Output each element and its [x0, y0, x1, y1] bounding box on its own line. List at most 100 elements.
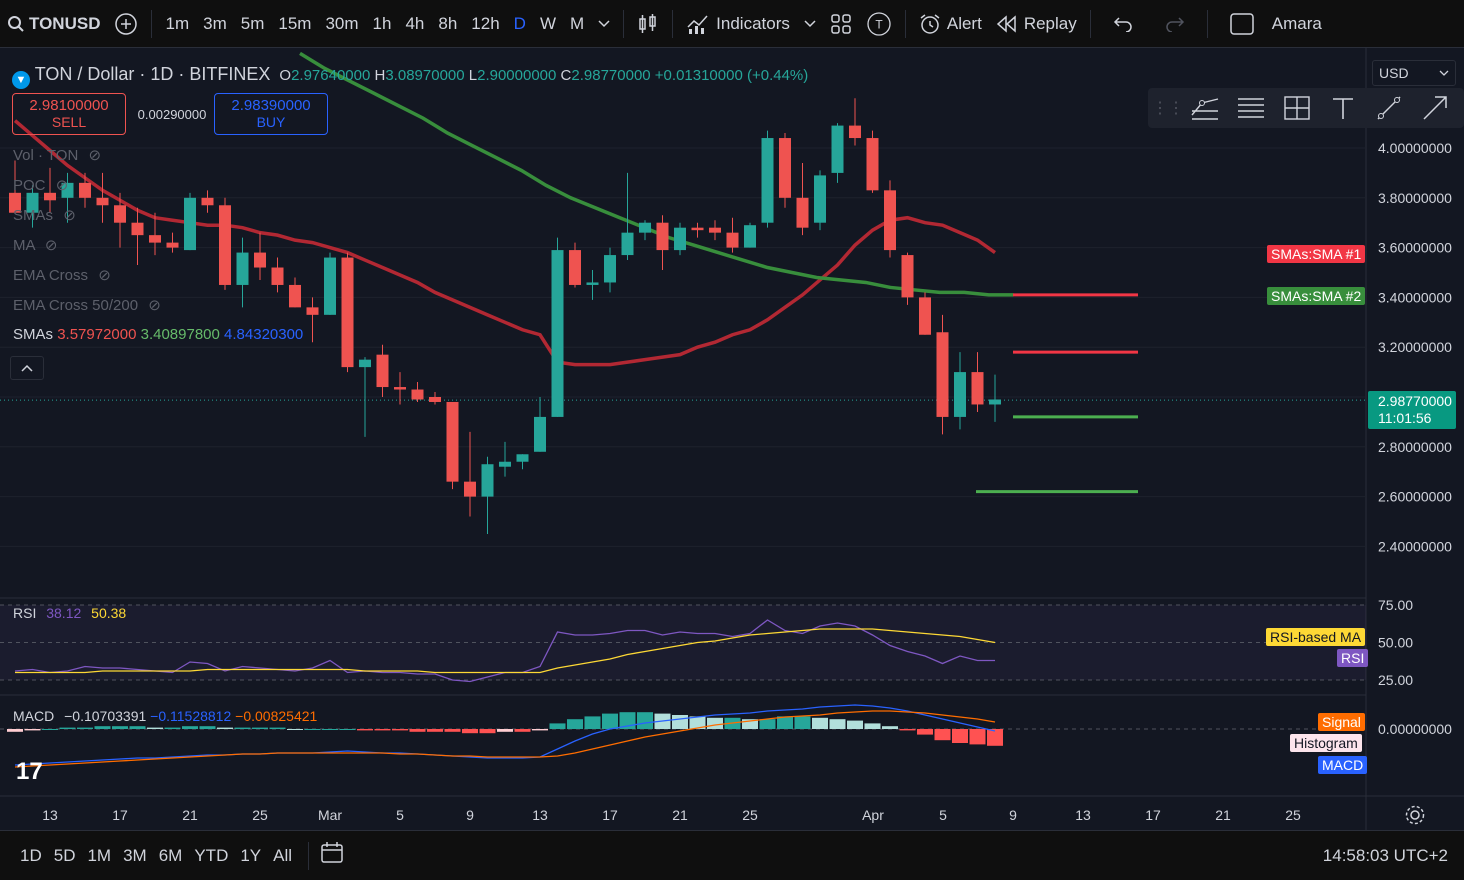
timeframe-d[interactable]: D	[507, 0, 533, 48]
tradingview-logo[interactable]: 17	[16, 758, 43, 786]
time-tick-label: 13	[42, 807, 58, 823]
sma2-value: 3.40897800	[140, 326, 220, 343]
alert-label: Alert	[946, 13, 982, 33]
range-1m[interactable]: 1M	[81, 846, 117, 866]
timeframe-12h[interactable]: 12h	[464, 0, 506, 48]
range-ytd[interactable]: YTD	[188, 846, 234, 866]
timeframe-5m[interactable]: 5m	[234, 0, 272, 48]
redo-button[interactable]	[1149, 0, 1201, 48]
candle-body	[989, 399, 1001, 405]
range-1y[interactable]: 1Y	[234, 846, 267, 866]
text-tool-button[interactable]	[1327, 92, 1359, 124]
indicators-dropdown[interactable]	[797, 0, 823, 48]
compare-button[interactable]	[107, 0, 145, 48]
chart-area[interactable]: 4.00000000 3.80000000 3.60000000 3.40000000…	[0, 48, 1464, 830]
chevron-up-icon	[21, 364, 33, 372]
candle-body	[866, 138, 879, 191]
price-tick-label: 2.60000000	[1378, 489, 1452, 505]
divider	[151, 9, 153, 38]
price-tick-label: 2.80000000	[1378, 439, 1452, 455]
candle-body	[779, 138, 791, 198]
indicators-icon	[687, 15, 708, 34]
indicator-ema-cross-label: EMA Cross	[13, 267, 89, 284]
arrow-tool-button[interactable]	[1419, 92, 1451, 124]
timeframe-1h[interactable]: 1h	[366, 0, 399, 48]
range-6m[interactable]: 6M	[153, 846, 189, 866]
chevron-down-icon	[804, 19, 816, 27]
macd-histogram-bar	[567, 719, 583, 729]
candle-body	[114, 205, 126, 223]
indicator-ma[interactable]: MA ⊘	[13, 236, 57, 254]
range-1d[interactable]: 1D	[14, 846, 48, 866]
range-all[interactable]: All	[267, 846, 298, 866]
drag-handle-icon[interactable]: ⋮⋮	[1152, 92, 1184, 124]
profile-button[interactable]: Amara	[1214, 0, 1329, 48]
candle-body	[446, 401, 459, 482]
symbol-search[interactable]: TONUSD	[0, 0, 107, 48]
buy-button[interactable]: 2.98390000 BUY	[214, 93, 328, 135]
indicators-button[interactable]: Indicators	[679, 0, 797, 48]
timeframe-30m[interactable]: 30m	[318, 0, 365, 48]
range-5d[interactable]: 5D	[48, 846, 82, 866]
macd-tick-label: 0.00000000	[1378, 721, 1452, 737]
time-tick-label: 9	[1009, 807, 1017, 823]
replay-button[interactable]: Replay	[989, 0, 1084, 48]
candle-body	[621, 232, 634, 256]
macd-histogram-bar	[322, 729, 338, 730]
brush-icon	[1377, 96, 1401, 120]
eye-hidden-icon[interactable]: ⊘	[98, 267, 111, 284]
line-tools-button[interactable]	[1189, 92, 1221, 124]
indicator-vol-label: Vol · TON	[13, 147, 79, 164]
timeframe-8h[interactable]: 8h	[431, 0, 464, 48]
templates-button[interactable]: T	[859, 0, 899, 48]
candle-body	[376, 354, 389, 388]
indicator-ema-cross[interactable]: EMA Cross ⊘	[13, 266, 111, 284]
brush-tool-button[interactable]	[1373, 92, 1405, 124]
candles-icon	[639, 13, 656, 33]
eye-hidden-icon[interactable]: ⊘	[63, 207, 76, 224]
sell-button[interactable]: 2.98100000 SELL	[12, 93, 126, 135]
timeframe-1m[interactable]: 1m	[158, 0, 196, 48]
candle-body	[656, 222, 669, 251]
timeframe-dropdown[interactable]	[591, 0, 617, 48]
timeframe-m[interactable]: M	[563, 0, 591, 48]
undo-button[interactable]	[1097, 0, 1149, 48]
indicator-smas[interactable]: SMAs 3.57972000 3.40897800 4.84320300	[13, 326, 303, 343]
candle-body	[849, 125, 861, 139]
candle-body	[919, 297, 931, 335]
range-3m[interactable]: 3M	[117, 846, 153, 866]
timeframe-3m[interactable]: 3m	[196, 0, 234, 48]
candle-body	[324, 257, 336, 315]
eye-hidden-icon[interactable]: ⊘	[88, 147, 101, 164]
alert-button[interactable]: Alert	[912, 0, 989, 48]
macd-histogram-bar	[409, 729, 426, 732]
high-value: 3.08970000	[385, 67, 465, 84]
fib-tools-button[interactable]	[1235, 92, 1267, 124]
macd-histogram-bar	[514, 729, 531, 732]
eye-hidden-icon[interactable]: ⊘	[45, 237, 58, 254]
chart-type-button[interactable]	[630, 0, 666, 48]
collapse-legend-button[interactable]	[10, 356, 44, 380]
chart-settings-button[interactable]	[1404, 804, 1426, 831]
date-range-button[interactable]	[319, 841, 345, 870]
candle-body	[289, 284, 301, 308]
timeframe-15m[interactable]: 15m	[271, 0, 318, 48]
currency-select[interactable]: USD	[1372, 60, 1456, 86]
timeframe-4h[interactable]: 4h	[398, 0, 431, 48]
measure-button[interactable]	[1281, 92, 1313, 124]
rsi-ma-value: 50.38	[91, 605, 127, 621]
macd-signal-value: −0.11528812	[150, 708, 232, 724]
price-tick-label: 3.40000000	[1378, 289, 1452, 305]
macd-histogram-bar	[497, 729, 513, 732]
eye-hidden-icon[interactable]: ⊘	[148, 297, 161, 314]
indicator-poc[interactable]: POC ⊘	[13, 176, 68, 194]
timeframe-w[interactable]: W	[533, 0, 563, 48]
eye-hidden-icon[interactable]: ⊘	[56, 177, 69, 194]
macd-histogram-bar	[462, 729, 478, 734]
svg-text:T: T	[875, 17, 883, 31]
clock-timezone[interactable]: 14:58:03 UTC+2	[1323, 846, 1448, 866]
indicator-vol[interactable]: Vol · TON ⊘	[13, 146, 101, 164]
layouts-button[interactable]	[823, 0, 859, 48]
indicator-smas-hidden[interactable]: SMAs ⊘	[13, 206, 76, 224]
indicator-ema-cross-50-200[interactable]: EMA Cross 50/200 ⊘	[13, 296, 161, 314]
